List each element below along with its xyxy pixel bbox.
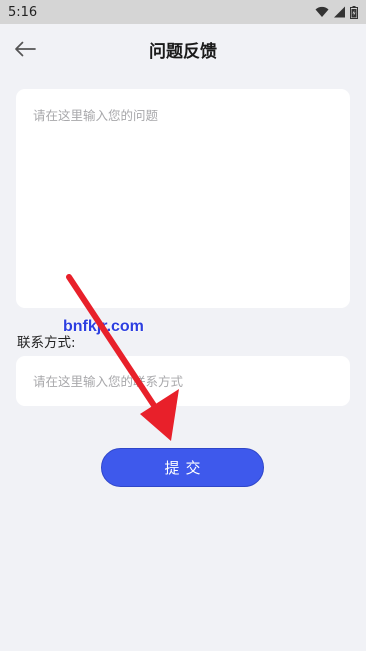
status-bar: 5:16: [0, 0, 366, 24]
page-title: 问题反馈: [149, 42, 217, 62]
contact-input[interactable]: [16, 356, 350, 406]
app-header: 问题反馈: [0, 24, 366, 74]
question-input[interactable]: [16, 89, 350, 308]
status-icons: [315, 5, 358, 19]
wifi-icon: [315, 6, 329, 17]
battery-icon: [350, 5, 358, 19]
contact-label: 联系方式:: [17, 335, 76, 351]
signal-icon: [334, 6, 345, 18]
status-time: 5:16: [8, 4, 38, 20]
feedback-screen: 5:16 问题反馈 联系方式: 提交 bnfkjr.com: [0, 0, 366, 651]
submit-button[interactable]: 提交: [101, 448, 264, 487]
